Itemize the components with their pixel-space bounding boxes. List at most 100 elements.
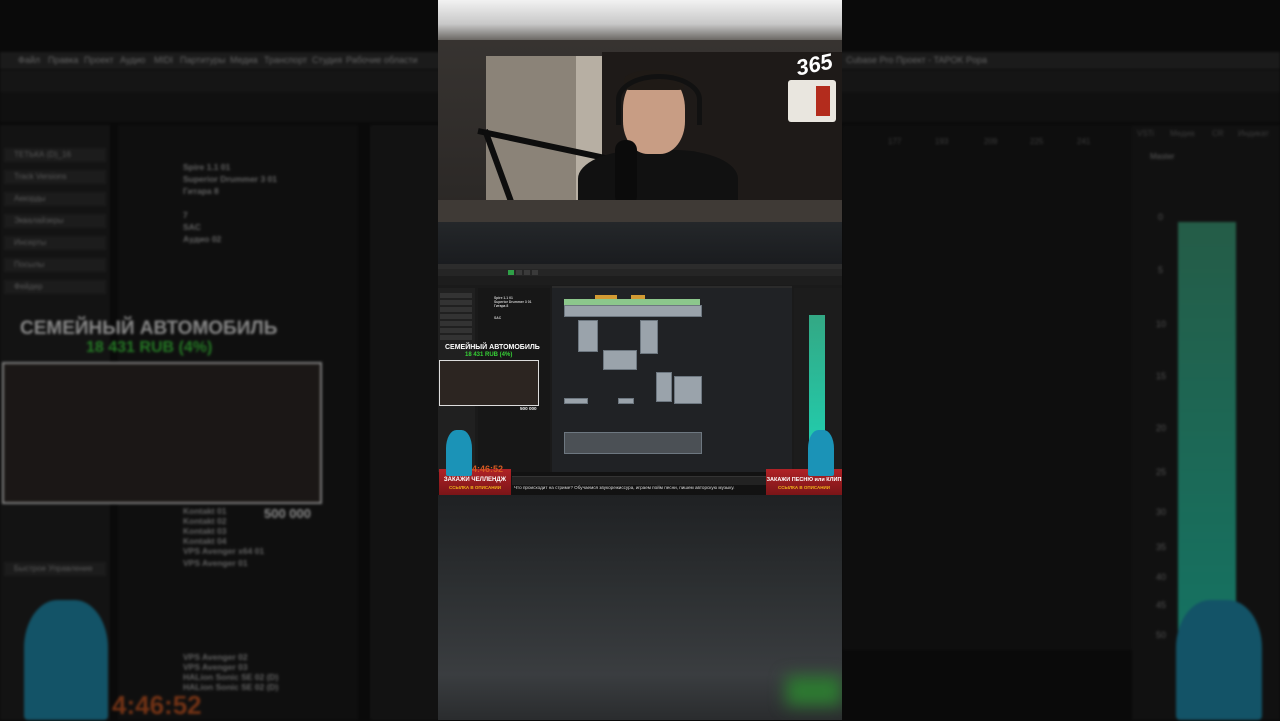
bg-track-name: Гитара 8 [183, 186, 219, 196]
s-clip[interactable] [564, 305, 702, 317]
bg-track-name: VPS Avenger 01 [183, 558, 248, 568]
s-tool-button[interactable] [516, 270, 522, 275]
s-left-banner: ЗАКАЖИ ЧЕЛЛЕНДЖ [443, 477, 507, 483]
screen-recording: Spire 1.1 01 Superior Drummer 3 01 Гитар… [438, 264, 842, 495]
bg-webcam-frame [2, 362, 322, 504]
bg-inspector-item: Аккорды [4, 192, 106, 206]
bg-meter-scale: 15 [1156, 371, 1167, 381]
bg-quick-controls: Быстрое Управление [4, 562, 106, 576]
s-overlay-timer: 4:46:52 [472, 464, 504, 474]
bg-inspector-item: Эквалайзеры [4, 214, 106, 228]
s-inspector-item [440, 300, 472, 305]
s-clip[interactable] [564, 398, 588, 404]
s-tool-button[interactable] [524, 270, 530, 275]
bg-ruler-mark: 193 [935, 137, 949, 146]
bg-menu-item: Партитуры [180, 55, 226, 65]
s-track-name[interactable]: SAC [494, 316, 501, 320]
bg-overlay-timer: 4:46:52 [112, 690, 202, 720]
s-play-button[interactable] [508, 270, 514, 275]
bg-inspector-item: Инсерты [4, 236, 106, 250]
bg-menu-item: Аудио [120, 55, 146, 65]
bg-track-name: 7 [183, 210, 188, 220]
bg-mixer-tab: Медиа [1170, 129, 1195, 138]
bg-host-figure-left [24, 600, 108, 720]
bg-track-name: HALion Sonic SE 02 (D) [183, 672, 279, 682]
s-webcam-frame [439, 360, 539, 406]
s-inspector-item [440, 328, 472, 333]
bg-inspector-item: Track Versions [4, 170, 106, 184]
bg-meter-scale: 25 [1156, 467, 1167, 477]
bg-meter-scale: 45 [1156, 600, 1167, 610]
bg-track-name: Superior Drummer 3 01 [183, 174, 278, 184]
bg-host-figure-right [1176, 600, 1262, 720]
bg-meter-scale: 20 [1156, 423, 1167, 433]
s-tool-button[interactable] [532, 270, 538, 275]
s-host-figure-right [808, 430, 834, 476]
s-clip[interactable] [674, 376, 702, 404]
s-status-line [438, 276, 842, 285]
bg-ruler-mark: 177 [888, 137, 902, 146]
video-strip: 365 Spire 1.1 01 Superior Drummer 3 01 Г… [438, 0, 842, 720]
s-right-banner: ЗАКАЖИ ПЕСНЮ или КЛИП [766, 477, 842, 483]
s-track-name[interactable]: Гитара 8 [494, 304, 508, 308]
s-clip[interactable] [640, 320, 658, 354]
blur-green-glow [786, 676, 842, 706]
bg-menu-item: Проект [84, 55, 114, 65]
s-left-banner-sub: ССЫЛКА В ОПИСАНИИ [449, 485, 501, 490]
s-clip[interactable] [603, 350, 637, 370]
bg-ruler-mark: 209 [984, 137, 998, 146]
bg-timeline [370, 125, 440, 720]
s-clip[interactable] [564, 432, 702, 454]
bg-meter-scale: 50 [1156, 630, 1167, 640]
bg-track-name: Kontakt 03 [183, 526, 227, 536]
bg-meter-scale: 5 [1158, 265, 1164, 275]
bg-track-name: Kontakt 01 [183, 506, 227, 516]
s-transport-bar [512, 476, 768, 485]
bg-track-name: VPS Avenger 03 [183, 662, 248, 672]
webcam-speaker [816, 86, 830, 116]
s-clip[interactable] [618, 398, 634, 404]
bg-menu-item: Правка [48, 55, 79, 65]
webcam-microphone [615, 140, 637, 206]
bg-meter-scale: 30 [1156, 507, 1167, 517]
s-toolbar [438, 269, 842, 276]
bg-meter-scale: 0 [1158, 212, 1164, 222]
bg-mixer-tab: VSTi [1137, 129, 1155, 138]
bg-overlay-title: СЕМЕЙНЫЙ АВТОМОБИЛЬ [20, 318, 278, 339]
s-inspector-item [440, 321, 472, 326]
bg-ruler-mark: 225 [1030, 137, 1044, 146]
bg-meter-scale: 35 [1156, 542, 1167, 552]
bg-track-name: SAC [183, 222, 201, 232]
s-right-banner-sub: ССЫЛКА В ОПИСАНИИ [778, 485, 830, 490]
bg-overlay-goal: 500 000 [264, 506, 311, 521]
bg-arrange-right [842, 125, 1132, 650]
blur-band-top [438, 222, 842, 264]
bg-menu-item: Рабочие области [346, 55, 418, 65]
bg-track-name: VPS Avenger 02 [183, 652, 248, 662]
s-overlay-prize: 18 431 RUB (4%) [465, 352, 513, 358]
s-clip[interactable] [578, 320, 598, 352]
s-inspector-item [440, 293, 472, 298]
s-ticker-text: Что происходит на стриме? Обучаемся звук… [514, 485, 735, 490]
webcam-desk [438, 200, 842, 222]
webcam-view: 365 [438, 0, 842, 222]
webcam-door [486, 56, 576, 206]
bg-inspector-item: Посылы [4, 258, 106, 272]
bg-mixer-tab: CR [1212, 129, 1224, 138]
bg-menu-item: Студия [312, 55, 343, 65]
s-overlay-goal: 500 000 [520, 406, 537, 411]
bg-meter-scale: 40 [1156, 572, 1167, 582]
webcam-ceiling [438, 0, 842, 40]
webcam-headphones [616, 74, 702, 125]
bg-window-title: Cubase Pro Проект - TAPOK Popa [846, 55, 988, 65]
bg-mixer-tab: Индикат [1238, 129, 1269, 138]
bg-inspector-item: ТЕТЬКА (D)_16 [4, 148, 106, 162]
bg-menu-item: Файл [18, 55, 41, 65]
bg-menu-item: MIDI [154, 55, 173, 65]
s-host-figure-left [446, 430, 472, 476]
bg-mixer-channel: Master [1150, 152, 1175, 161]
s-clip[interactable] [656, 372, 672, 402]
blur-band-bottom [438, 495, 842, 720]
bg-track-name: Аудио 02 [183, 234, 222, 244]
bg-inspector-item: Фейдер [4, 280, 106, 294]
